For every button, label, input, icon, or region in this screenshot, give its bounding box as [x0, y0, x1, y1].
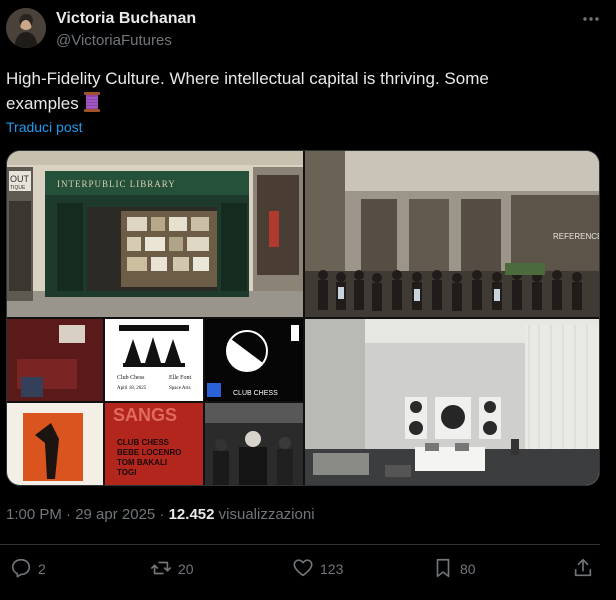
share-button[interactable]: [572, 556, 600, 582]
sangs-line3: TOM BAKALI: [117, 458, 167, 467]
heart-icon: [292, 557, 320, 582]
like-button[interactable]: 123: [292, 556, 343, 582]
poster-date: April 18, 2025: [117, 386, 147, 391]
reference-sign: REFERENCE.PI: [553, 232, 599, 241]
shop-left-sub: TIQUE: [10, 185, 26, 191]
reply-icon: [10, 557, 38, 582]
tweet-text: High-Fidelity Culture. Where intellectua…: [6, 66, 566, 116]
like-count: 123: [320, 561, 344, 577]
more-options-icon[interactable]: [578, 6, 604, 32]
media-image-library-storefront[interactable]: OUT TIQUE INTERPUBLIC LIBRARY: [7, 151, 303, 317]
media-image-collage[interactable]: Club Chess Elle Font April 18, 2025 Spac…: [7, 319, 303, 485]
views-label: visualizzazioni: [214, 506, 315, 523]
bookmark-icon: [432, 557, 460, 582]
sangs-line2: BEBE LOCENRO: [117, 448, 181, 457]
tweet-meta: 1:00 PM · 29 apr 2025 · 12.452 visualizz…: [6, 506, 315, 523]
reply-count: 2: [38, 561, 46, 577]
library-sign: INTERPUBLIC LIBRARY: [57, 179, 176, 189]
shop-left-sign: OUT: [10, 174, 30, 184]
reply-button[interactable]: 2: [10, 556, 46, 582]
poster-elle-front: Elle Font: [169, 375, 191, 381]
tweet-timestamp[interactable]: 1:00 PM · 29 apr 2025 ·: [6, 506, 169, 523]
tweet-body: High-Fidelity Culture. Where intellectua…: [6, 69, 489, 113]
repost-icon: [150, 557, 178, 582]
repost-count: 20: [178, 561, 194, 577]
avatar[interactable]: [6, 8, 46, 48]
media-grid[interactable]: OUT TIQUE INTERPUBLIC LIBRARY REFERENC C…: [6, 150, 600, 486]
media-image-listening-room[interactable]: [305, 319, 599, 485]
translate-link[interactable]: Traduci post: [6, 119, 83, 135]
repost-button[interactable]: 20: [150, 556, 194, 582]
share-icon: [572, 557, 600, 582]
poster-club-chess: Club Chess: [117, 375, 145, 381]
sangs-title: SANGS: [113, 405, 177, 425]
action-bar: 2 20 123 80: [0, 556, 616, 582]
bookmark-button[interactable]: 80: [432, 556, 476, 582]
media-image-reference-queue[interactable]: REFERENCE.PI: [305, 151, 599, 317]
sangs-line1: CLUB CHESS: [117, 438, 170, 447]
sangs-line4: TOGI: [117, 468, 136, 477]
author-handle[interactable]: @VictoriaFutures: [56, 32, 172, 49]
divider: [0, 544, 600, 545]
bookmark-count: 80: [460, 561, 476, 577]
club-chess-logo: CLUB CHESS: [233, 390, 278, 397]
thread-spool-emoji-icon: [83, 92, 101, 112]
author-name[interactable]: Victoria Buchanan: [56, 10, 196, 28]
views-count: 12.452: [168, 506, 215, 523]
poster-place: Space Arts: [169, 386, 191, 391]
